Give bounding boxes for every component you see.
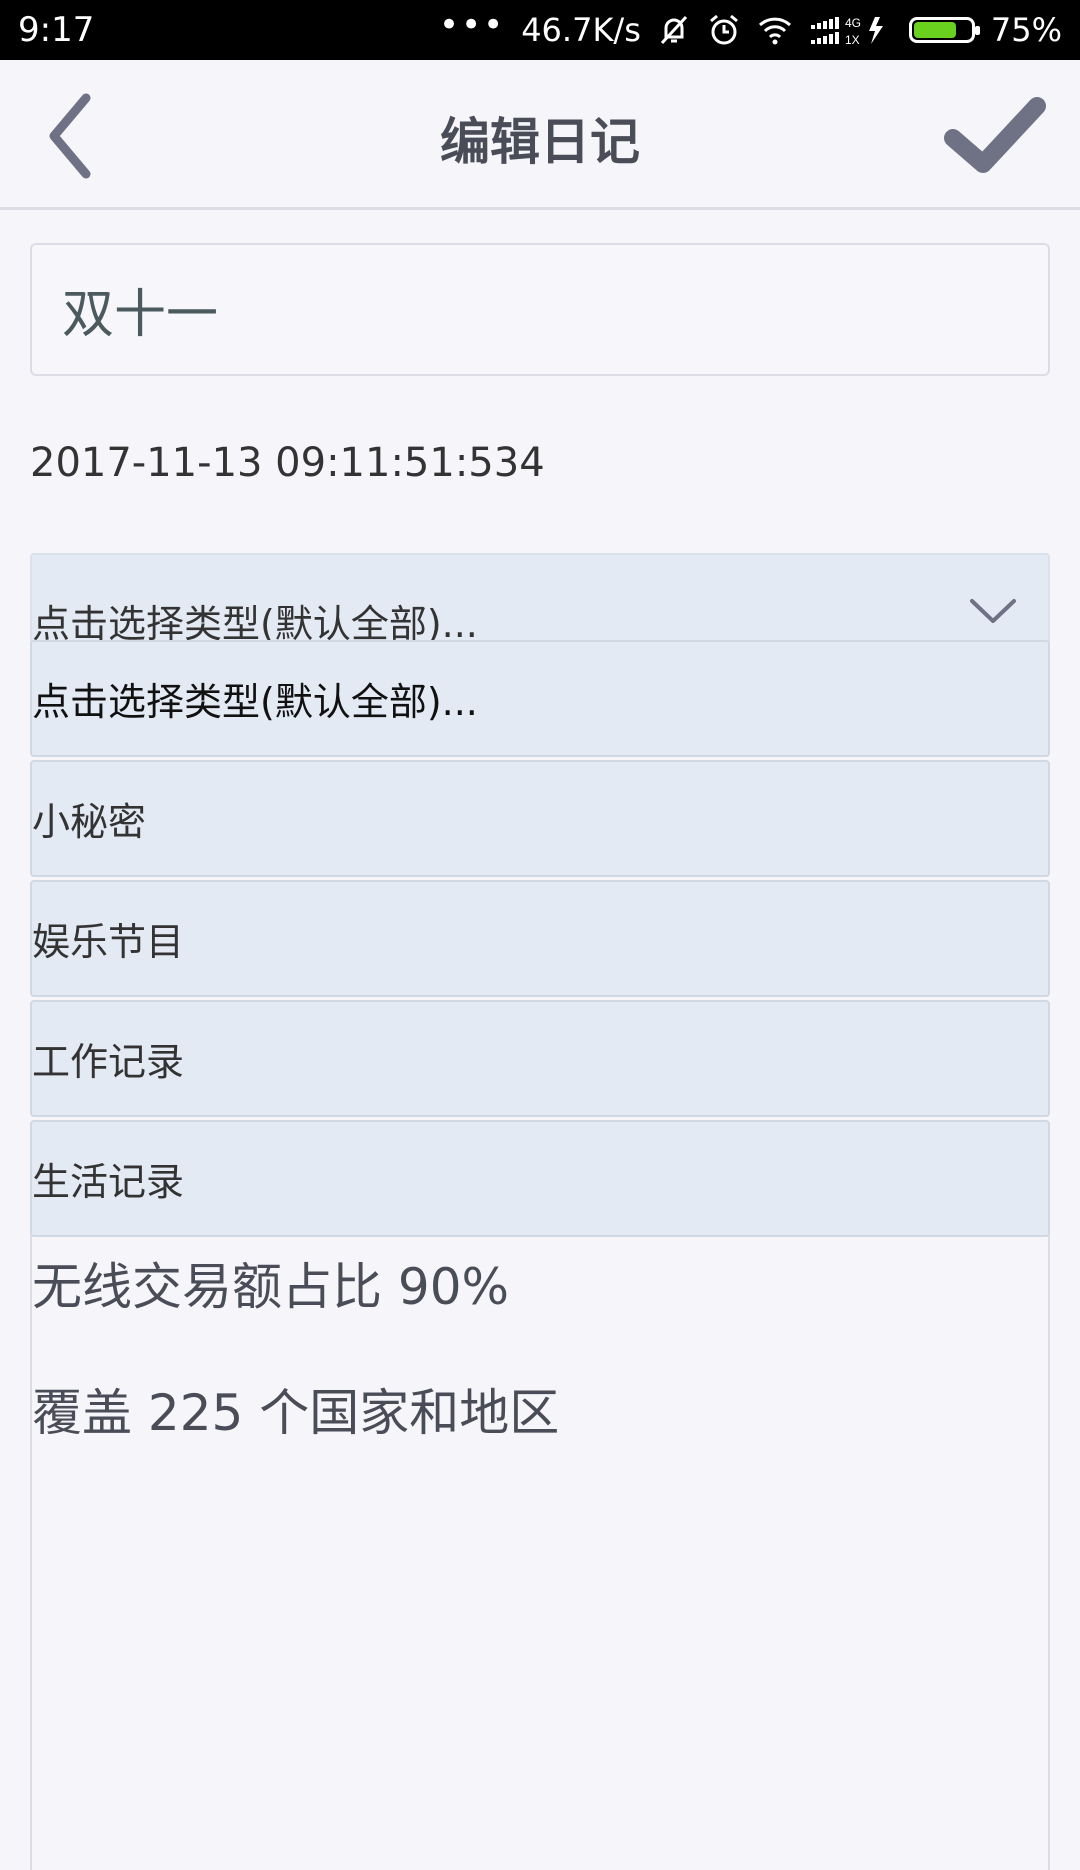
- wifi-icon: [757, 15, 793, 45]
- network-type-label: 4G: [845, 16, 861, 30]
- save-button[interactable]: [940, 88, 1050, 184]
- checkmark-icon: [944, 97, 1046, 173]
- alarm-icon: [707, 13, 741, 47]
- type-option-work[interactable]: 工作记录: [30, 1000, 1050, 1117]
- page-title: 编辑日记: [440, 113, 640, 171]
- diary-content-textarea[interactable]: 无线交易额占比 90% 覆盖 225 个国家和地区: [30, 1235, 1050, 1870]
- type-option-secret[interactable]: 小秘密: [30, 760, 1050, 877]
- content-line: 无线交易额占比 90%: [32, 1258, 510, 1316]
- battery-icon: [908, 17, 980, 43]
- network-type-label-secondary: 1X: [845, 33, 860, 47]
- app-header: 编辑日记: [0, 60, 1080, 210]
- status-bar: 9:17 ••• 46.7K/s 4G 1X 75%: [0, 0, 1080, 60]
- notification-dots: •••: [439, 5, 506, 45]
- status-time: 9:17: [18, 10, 95, 50]
- diary-datetime: 2017-11-13 09:11:51:534: [30, 440, 545, 486]
- type-option-life[interactable]: 生活记录: [30, 1120, 1050, 1237]
- battery-fill: [913, 22, 956, 38]
- diary-title-input[interactable]: 双十一: [30, 243, 1050, 376]
- type-option-entertainment[interactable]: 娱乐节目: [30, 880, 1050, 997]
- chevron-down-icon: [968, 597, 1018, 631]
- content-line: 覆盖 225 个国家和地区: [32, 1384, 560, 1442]
- network-speed: 46.7K/s: [521, 11, 641, 49]
- type-options-list: 点击选择类型(默认全部)... 小秘密 娱乐节目 工作记录 生活记录: [30, 640, 1050, 1240]
- cellular-signal-icon: 4G 1X: [809, 13, 893, 47]
- type-option-default[interactable]: 点击选择类型(默认全部)...: [30, 640, 1050, 757]
- status-icons: ••• 46.7K/s 4G 1X 75%: [439, 5, 1062, 54]
- battery-percentage: 75%: [990, 11, 1062, 49]
- mute-icon: [657, 13, 691, 47]
